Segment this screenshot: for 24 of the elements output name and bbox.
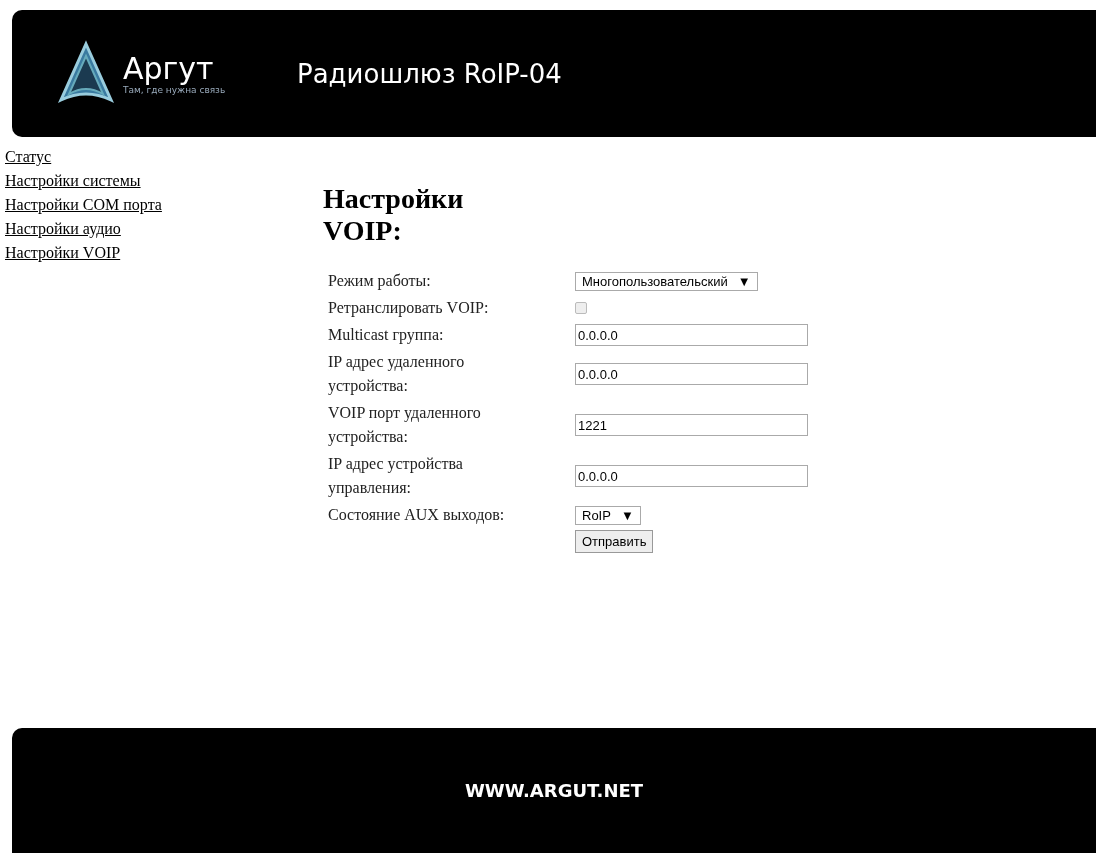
nav-link[interactable]: Настройки COM порта: [5, 193, 162, 217]
logo-name: Аргут: [123, 52, 215, 85]
nav-link[interactable]: Настройки аудио: [5, 217, 121, 241]
field-label: Ретранслировать VOIP:: [328, 298, 490, 319]
field-label: IP адрес удаленного устройства:: [328, 352, 466, 397]
field-label: IP адрес устройства управления:: [328, 454, 464, 499]
submit-button[interactable]: Отправить: [575, 530, 654, 553]
dropdown[interactable]: Многопользовательский ▼: [575, 271, 758, 291]
checkbox[interactable]: [575, 302, 587, 314]
nav-link[interactable]: Настройки системы: [5, 169, 141, 193]
page-title: Радиошлюз RoIP-04: [297, 58, 562, 89]
field-label: Состояние AUX выходов:: [328, 505, 506, 526]
input-field[interactable]: 0.0.0.0: [575, 465, 808, 487]
input-field[interactable]: 0.0.0.0: [575, 324, 808, 346]
nav-link[interactable]: Настройки VOIP: [5, 241, 121, 265]
input-field[interactable]: 1221: [575, 414, 808, 436]
input-field[interactable]: 0.0.0.0: [575, 363, 808, 385]
logo-tagline: Там, где нужна связь: [123, 84, 226, 95]
nav-link[interactable]: Статус: [5, 145, 52, 169]
form-heading: Настройки VOIP:: [323, 183, 465, 247]
dropdown[interactable]: RoIP ▼: [575, 505, 641, 525]
field-label: Режим работы:: [328, 271, 432, 292]
field-label: VOIP порт удаленного устройства:: [328, 403, 482, 448]
field-label: Multicast группа:: [328, 325, 445, 346]
